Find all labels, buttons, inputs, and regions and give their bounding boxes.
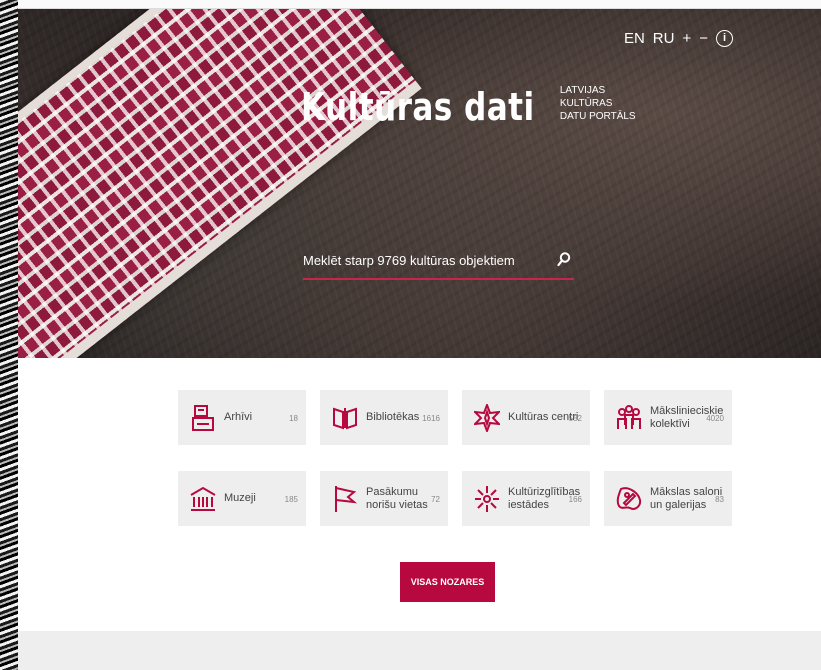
site-subtitle-line1: LATVIJAS KULTŪRAS xyxy=(559,85,613,109)
category-tile-archives[interactable]: Arhīvi 18 xyxy=(178,390,306,445)
lang-ru-link[interactable]: RU xyxy=(653,30,675,47)
category-count: 4020 xyxy=(706,414,724,423)
category-tile-libraries[interactable]: Bibliotēkas 1616 xyxy=(320,390,448,445)
category-count: 83 xyxy=(715,495,724,504)
category-count: 72 xyxy=(431,495,440,504)
info-icon[interactable]: i xyxy=(716,30,733,47)
category-count: 1616 xyxy=(422,414,440,423)
site-subtitle-line2: DATU PORTĀLS xyxy=(559,111,636,122)
archive-icon xyxy=(190,403,216,433)
main-content: Arhīvi 18 Bibliotēkas 1616 Kultūras cent… xyxy=(18,358,821,631)
category-label: Arhīvi xyxy=(224,411,253,423)
category-label: Mākslas saloni un galerijas xyxy=(650,485,723,511)
category-label: Pasākumu norišu vietas xyxy=(366,485,428,511)
event-venue-flag-icon xyxy=(332,484,358,514)
category-count: 166 xyxy=(568,495,582,504)
hero-banner xyxy=(18,9,821,358)
search-bar xyxy=(303,244,574,280)
all-sectors-button[interactable]: VISAS NOZARES xyxy=(400,562,495,602)
site-subtitle: LATVIJAS KULTŪRAS DATU PORTĀLS xyxy=(560,84,660,129)
category-tile-art-galleries[interactable]: Mākslas saloni un galerijas 83 xyxy=(604,471,732,526)
category-tile-art-collectives[interactable]: Mākslinieciskie kolektīvi 4020 xyxy=(604,390,732,445)
font-increase-button[interactable]: + xyxy=(682,30,691,47)
art-gallery-icon xyxy=(616,484,642,514)
brand[interactable]: Kultūras dati LATVIJAS KULTŪRAS DATU POR… xyxy=(301,84,660,129)
art-collective-icon xyxy=(616,403,642,433)
search-icon[interactable] xyxy=(556,251,572,267)
category-count: 552 xyxy=(568,414,582,423)
museum-icon xyxy=(190,484,216,514)
category-tile-culture-education[interactable]: Kultūrizglītības iestādes 166 xyxy=(462,471,590,526)
category-tile-museums[interactable]: Muzeji 185 xyxy=(178,471,306,526)
category-tile-culture-centres[interactable]: Kultūras centri 552 xyxy=(462,390,590,445)
culture-centre-star-icon xyxy=(474,403,500,433)
header-tools: EN RU + − i xyxy=(624,30,733,47)
site-title[interactable]: Kultūras dati xyxy=(301,85,535,129)
side-decor-strip xyxy=(0,0,18,670)
lang-en-link[interactable]: EN xyxy=(624,30,645,47)
category-count: 185 xyxy=(284,495,298,504)
top-border xyxy=(18,0,821,9)
category-tile-event-venues[interactable]: Pasākumu norišu vietas 72 xyxy=(320,471,448,526)
category-count: 18 xyxy=(289,414,298,423)
category-grid: Arhīvi 18 Bibliotēkas 1616 Kultūras cent… xyxy=(178,390,732,526)
footer-bar xyxy=(18,631,821,670)
font-decrease-button[interactable]: − xyxy=(699,30,708,47)
search-input[interactable] xyxy=(303,244,543,276)
library-book-icon xyxy=(332,403,358,433)
culture-education-icon xyxy=(474,484,500,514)
